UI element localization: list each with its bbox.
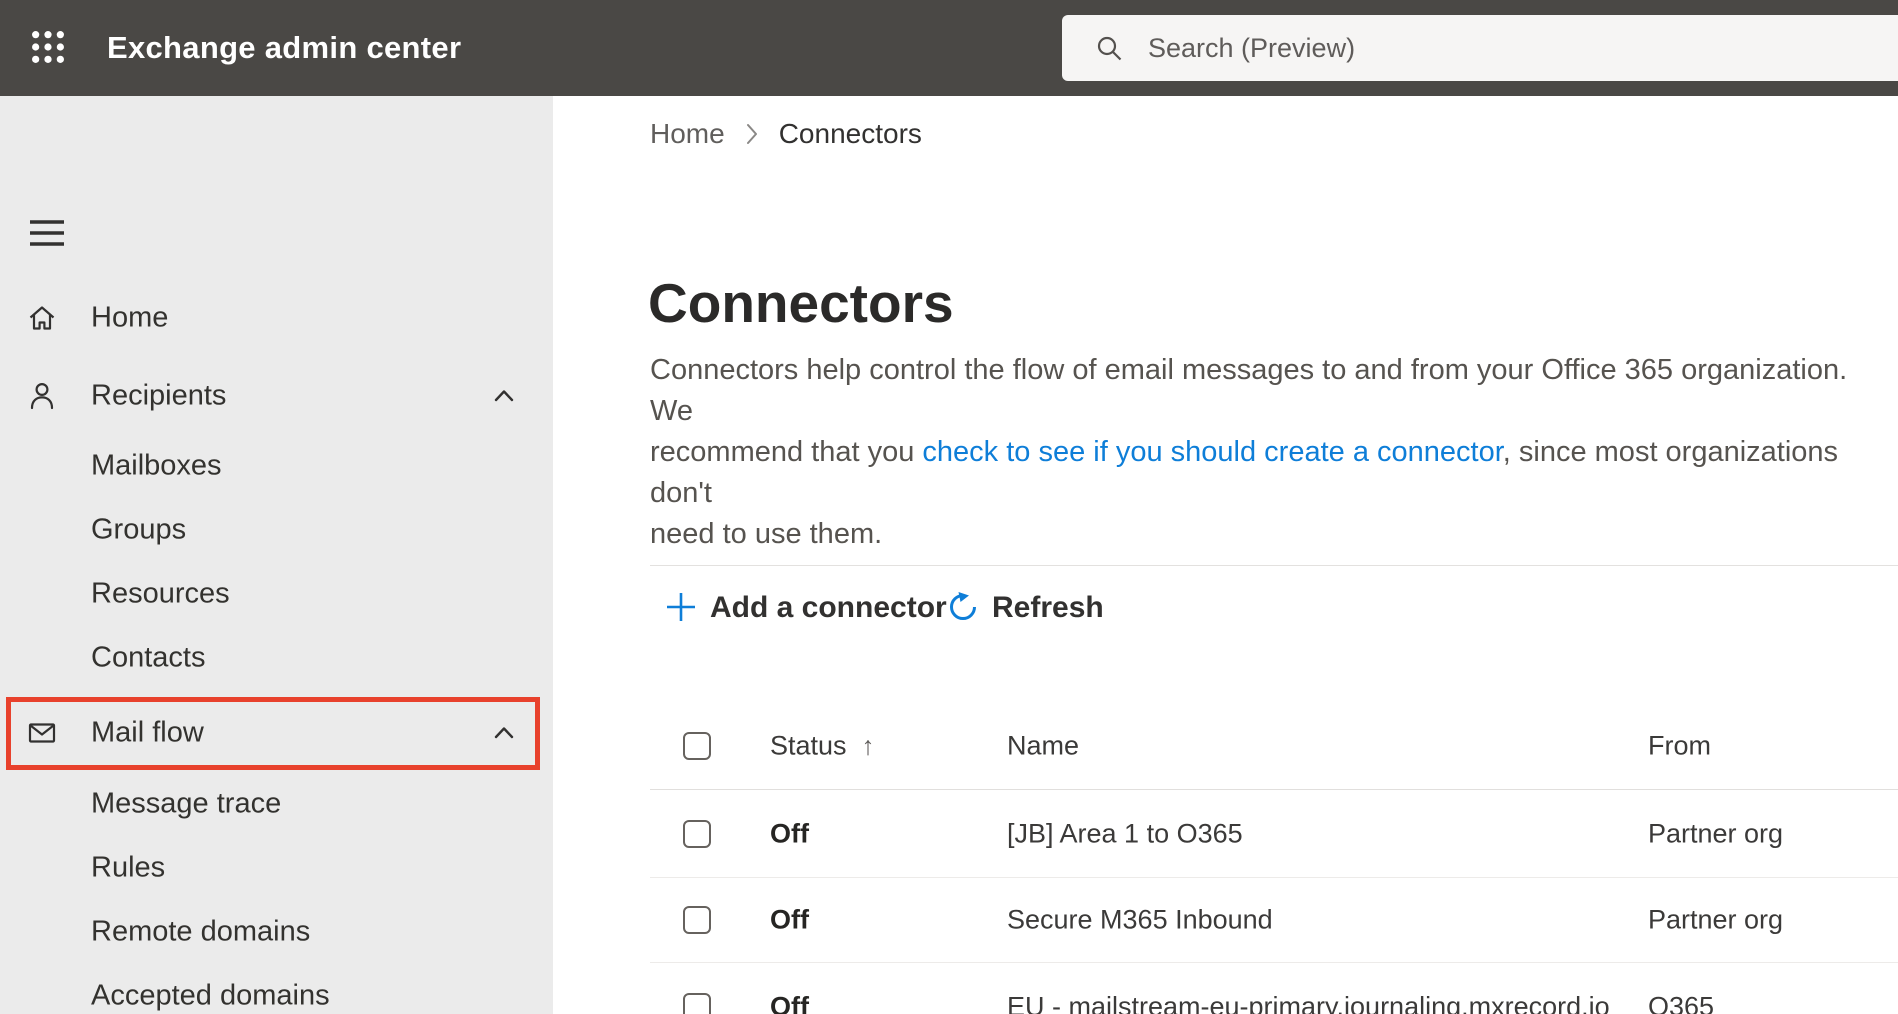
sidebar-item-label: Contacts xyxy=(91,641,206,674)
sidebar-item-accepted-domains[interactable]: Accepted domains xyxy=(0,968,553,1014)
search-box xyxy=(1062,15,1898,81)
sidebar-item-label: Mailboxes xyxy=(91,449,222,482)
column-header-label: Status xyxy=(770,730,847,760)
description-line: Connectors help control the flow of emai… xyxy=(650,354,1848,427)
refresh-label: Refresh xyxy=(992,591,1104,624)
chevron-up-icon[interactable] xyxy=(490,382,518,410)
table-row[interactable]: Off EU - mailstream-eu-primary.journalin… xyxy=(650,963,1898,1014)
breadcrumb-home-link[interactable]: Home xyxy=(650,118,725,150)
refresh-button[interactable]: Refresh xyxy=(947,582,1104,634)
sidebar-item-recipients[interactable]: Recipients xyxy=(0,368,553,424)
create-connector-check-link[interactable]: check to see if you should create a conn… xyxy=(922,436,1502,468)
hamburger-icon xyxy=(28,218,66,251)
page-title: Connectors xyxy=(648,271,954,334)
table-row[interactable]: Off [JB] Area 1 to O365 Partner org xyxy=(650,790,1898,878)
sidebar-item-label: Remote domains xyxy=(91,915,311,948)
sidebar-item-label: Accepted domains xyxy=(91,979,330,1012)
search-input[interactable] xyxy=(1146,31,1898,65)
sidebar-item-remote-domains[interactable]: Remote domains xyxy=(0,904,553,960)
row-checkbox[interactable] xyxy=(683,993,711,1014)
row-checkbox[interactable] xyxy=(683,906,711,934)
chevron-up-icon[interactable] xyxy=(490,719,518,747)
sidebar-item-label: Mail flow xyxy=(91,716,204,749)
sidebar-item-rules[interactable]: Rules xyxy=(0,840,553,896)
plus-icon xyxy=(665,591,697,626)
cell-name: EU - mailstream-eu-primary.journaling.mx… xyxy=(1007,991,1610,1014)
description-line: need to use them. xyxy=(650,518,883,550)
add-connector-button[interactable]: Add a connector xyxy=(665,582,947,634)
topbar: Exchange admin center xyxy=(0,0,1898,96)
exchange-admin-center-app: Exchange admin center Search (Preview) H… xyxy=(0,0,1898,1014)
waffle-icon xyxy=(29,28,67,69)
sidebar-item-label: Rules xyxy=(91,851,166,884)
cell-from: O365 xyxy=(1648,991,1715,1014)
table-header-row: Status ↑ Name From xyxy=(650,702,1898,790)
add-connector-label: Add a connector xyxy=(710,591,947,624)
mail-icon xyxy=(25,716,59,750)
column-header-from[interactable]: From xyxy=(1648,730,1711,761)
sidebar-item-resources[interactable]: Resources xyxy=(0,566,553,622)
sidebar-item-mailboxes[interactable]: Mailboxes xyxy=(0,438,553,494)
sidebar-item-label: Recipients xyxy=(91,379,227,412)
sidebar-item-label: Message trace xyxy=(91,787,282,820)
sidebar-item-mail-flow[interactable]: Mail flow xyxy=(0,705,553,761)
description-text: recommend that you xyxy=(650,436,923,468)
row-checkbox[interactable] xyxy=(683,819,711,848)
search-icon xyxy=(1097,36,1122,61)
page-description: Connectors help control the flow of emai… xyxy=(650,350,1890,555)
sidebar-item-label: Groups xyxy=(91,513,187,546)
sidebar-item-home[interactable]: Home xyxy=(0,290,553,346)
sidebar-item-contacts[interactable]: Contacts xyxy=(0,630,553,686)
table-row[interactable]: Off Secure M365 Inbound Partner org xyxy=(650,878,1898,963)
refresh-icon xyxy=(947,591,979,626)
app-launcher-button[interactable] xyxy=(14,14,82,82)
toolbar-divider xyxy=(650,565,1898,566)
column-header-status[interactable]: Status ↑ xyxy=(770,730,875,761)
cell-from: Partner org xyxy=(1648,904,1784,935)
cell-status: Off xyxy=(770,904,809,935)
sidebar-item-groups[interactable]: Groups xyxy=(0,502,553,558)
sort-ascending-icon: ↑ xyxy=(861,730,875,760)
chevron-right-icon xyxy=(746,123,758,145)
cell-status: Off xyxy=(770,991,809,1014)
sidebar-item-label: Home xyxy=(91,301,169,334)
breadcrumb: Home Connectors xyxy=(650,114,922,154)
nav-collapse-button[interactable] xyxy=(22,216,66,252)
sidebar-item-label: Resources xyxy=(91,577,230,610)
person-icon xyxy=(25,379,59,413)
app-title: Exchange admin center xyxy=(107,30,462,65)
main-content: Home Connectors Connectors Connectors he… xyxy=(553,96,1898,1014)
breadcrumb-current: Connectors xyxy=(778,118,922,149)
select-all-checkbox[interactable] xyxy=(683,731,711,760)
cell-from: Partner org xyxy=(1648,818,1784,848)
cell-status: Off xyxy=(770,818,809,848)
sidebar-item-message-trace[interactable]: Message trace xyxy=(0,776,553,832)
column-header-name[interactable]: Name xyxy=(1007,730,1079,761)
sidebar: Home Recipients Mailboxes Groups Resourc… xyxy=(0,96,553,1014)
home-icon xyxy=(25,301,59,335)
cell-name: [JB] Area 1 to O365 xyxy=(1007,818,1243,848)
cell-name: Secure M365 Inbound xyxy=(1007,904,1273,935)
description-line: recommend that you check to see if you s… xyxy=(650,432,1890,514)
